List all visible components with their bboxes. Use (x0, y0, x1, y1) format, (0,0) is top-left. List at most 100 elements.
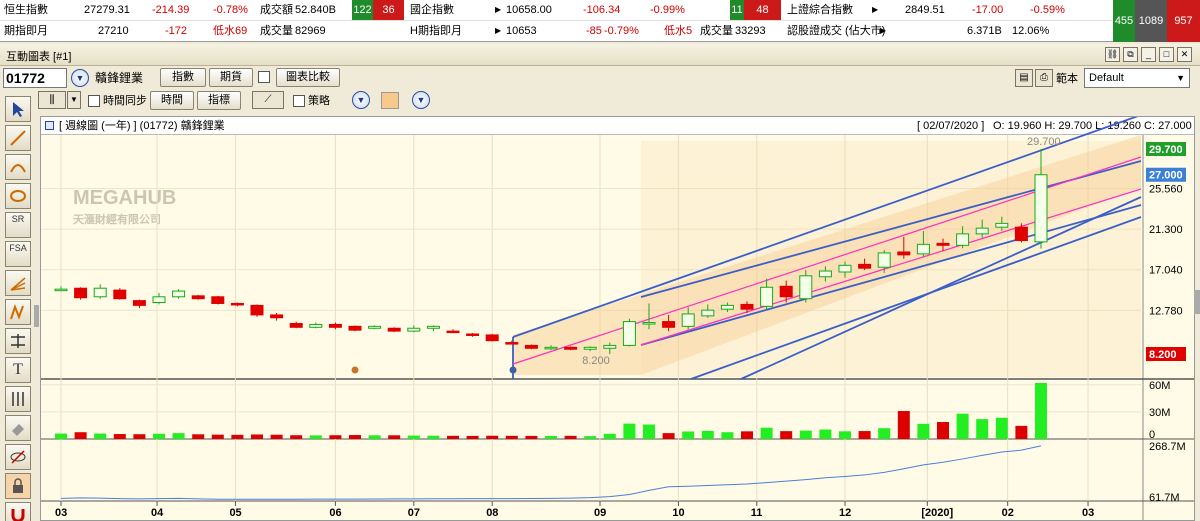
candle-down (485, 334, 499, 342)
advance-count: 455 (1113, 0, 1135, 42)
channel-tool[interactable] (5, 328, 31, 354)
indicator-button[interactable]: 指標 (197, 91, 241, 110)
triangle-right-icon: ▶ (880, 26, 887, 35)
line-chart-icon[interactable]: ⟋ (252, 91, 284, 109)
triangle-right-icon: ▶ (495, 26, 502, 35)
sr-icon: SR (11, 214, 25, 224)
eraser-tool[interactable] (5, 415, 31, 441)
trendline-icon (10, 130, 26, 146)
time-sync-checkbox[interactable] (88, 95, 100, 107)
marker-tool[interactable] (5, 386, 31, 412)
volume-bar (211, 434, 224, 439)
time-button[interactable]: 時間 (150, 91, 194, 110)
ticker-name: 認股證成交 (佔大市) (787, 25, 886, 37)
chevron-down-icon[interactable]: ▼ (412, 91, 430, 109)
trendline-tool[interactable] (5, 125, 31, 151)
volume-bar (55, 433, 67, 439)
chart-panel[interactable]: [ 週線圖 (一年) ] (01772) 贛鋒鋰業 [ 02/07/2020 ]… (40, 116, 1195, 521)
panel-resize-handle[interactable] (1194, 290, 1200, 314)
band-color-swatch[interactable] (381, 92, 399, 109)
price-chart[interactable]: 29.700 8.200 29.700 27.00025.560 21.300 17.04… (41, 117, 1194, 520)
magnet-tool[interactable] (5, 502, 31, 521)
candle-down (132, 300, 146, 306)
arc-tool[interactable] (5, 154, 31, 180)
compare-button[interactable]: 圖表比較 (276, 68, 340, 87)
x-tick-label: 12 (839, 507, 851, 519)
volume-bar (427, 435, 440, 439)
candle-down (662, 321, 676, 328)
volume-bar (1035, 383, 1047, 439)
chevron-down-icon[interactable]: ▼ (71, 69, 89, 87)
candle-down (858, 263, 872, 269)
compare-checkbox[interactable] (258, 71, 270, 83)
ticker-note: 低水69 (213, 25, 248, 37)
ticker-pct: -0.78% (213, 4, 248, 16)
ticker-pct: -0.99% (650, 4, 685, 16)
ellipse-tool[interactable] (5, 183, 31, 209)
candle-up (838, 264, 852, 273)
ticker-value: 27279.31 (84, 4, 130, 16)
text-icon: T (13, 361, 23, 378)
obv-tick-label: 268.7M (1149, 441, 1186, 453)
ticker-row-2: 期指即月 27210 -172 低水69 成交量 82969 H期指即月 ▶ 1… (0, 21, 1112, 42)
candle-down (779, 285, 793, 298)
chevron-down-icon: ▼ (1176, 73, 1185, 83)
fan-tool[interactable] (5, 270, 31, 296)
candle-down (191, 295, 205, 300)
print-icon[interactable]: ⎙ (1035, 69, 1053, 87)
ticker-pct: -0.79% (604, 25, 639, 37)
candle-up (818, 270, 832, 278)
minimize-button[interactable]: _ (1141, 47, 1156, 62)
price-tick-label: 27.000 (1149, 170, 1183, 182)
futures-button[interactable]: 期貨 (209, 68, 253, 87)
candlestick-icon[interactable]: ⫼ (38, 91, 66, 109)
detach-icon[interactable]: ⧉ (1123, 47, 1138, 62)
fsa-icon: FSA (9, 243, 27, 253)
candle-down (564, 346, 578, 350)
lock-tool[interactable] (5, 473, 31, 499)
visibility-tool[interactable] (5, 444, 31, 470)
window-title: 互動圖表 [#1] (6, 51, 72, 63)
volume-bar (878, 428, 891, 439)
text-tool[interactable]: T (5, 357, 31, 383)
volume-bar (153, 433, 165, 439)
stock-code-input[interactable]: 01772 (3, 68, 67, 88)
close-button[interactable]: ✕ (1177, 47, 1192, 62)
strategy-checkbox[interactable] (293, 95, 305, 107)
maximize-button[interactable]: □ (1159, 47, 1174, 62)
template-select[interactable]: Default ▼ (1084, 68, 1190, 88)
volume-bar (897, 411, 910, 439)
x-tick-label: 03 (1082, 507, 1094, 519)
sr-tool[interactable]: SR (5, 212, 31, 238)
candle-up (407, 327, 421, 332)
volume-bar (329, 435, 342, 439)
volume-bar (760, 427, 773, 439)
volume-bar (662, 433, 675, 439)
candle-down (387, 327, 401, 332)
volume-bar (682, 431, 695, 439)
volume-bar (525, 435, 538, 439)
zigzag-tool[interactable] (5, 299, 31, 325)
candle-up (799, 275, 813, 300)
candle-up (368, 325, 382, 329)
save-icon[interactable]: ▤ (1015, 69, 1033, 87)
price-tick-label: 8.200 (1149, 349, 1177, 361)
fan-icon (10, 277, 26, 291)
volume-tick-label: 0 (1149, 429, 1155, 441)
toolbar-primary: 01772 ▼ 贛鋒鋰業 指數 期貨 圖表比較 ▤ ⎙ 範本 Default ▼ (0, 66, 1200, 90)
cursor-tool[interactable] (5, 96, 31, 122)
volume-bar (74, 432, 87, 439)
index-button[interactable]: 指數 (160, 68, 206, 87)
volume-bar (584, 436, 597, 439)
ticker-vol-label: 成交量 (700, 25, 733, 37)
volume-bar (780, 431, 793, 439)
chevron-down-icon[interactable]: ▼ (67, 91, 81, 109)
tool-resize-handle[interactable] (34, 305, 39, 327)
volume-tick-label: 30M (1149, 407, 1170, 419)
candle-up (603, 344, 617, 349)
ticker-name: 上證綜合指數 (787, 4, 853, 16)
link-icon[interactable]: ⛓ (1105, 47, 1120, 62)
advance-count: 11 (730, 0, 744, 20)
chevron-down-icon[interactable]: ▼ (352, 91, 370, 109)
fsa-tool[interactable]: FSA (5, 241, 31, 267)
